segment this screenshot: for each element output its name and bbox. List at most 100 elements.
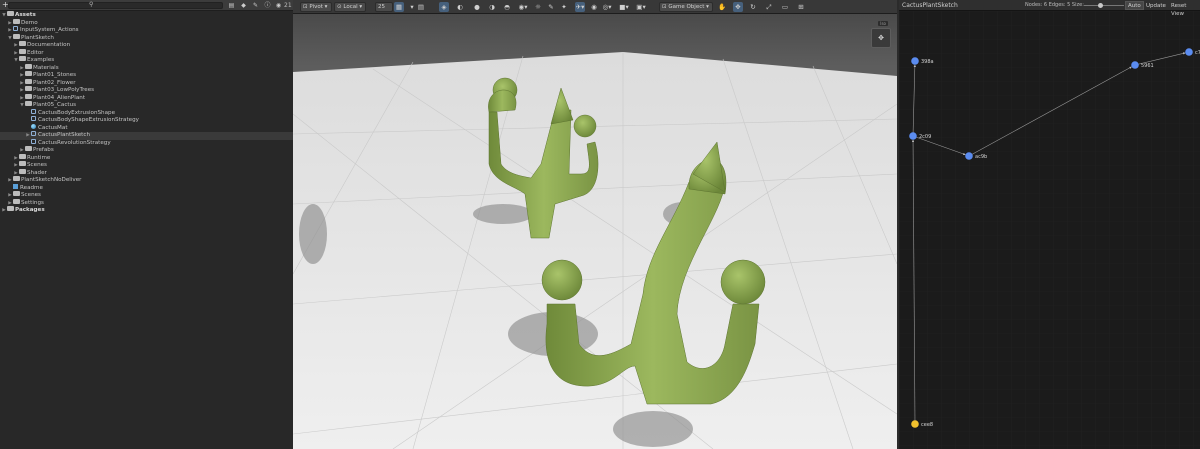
scale-tool-icon[interactable]: ⤢	[764, 2, 774, 12]
local-icon: ⊙	[337, 4, 342, 10]
graph-node-dot[interactable]	[965, 152, 973, 160]
project-search-input[interactable]: ⚲	[8, 1, 223, 9]
graph-node[interactable]: cee8	[911, 420, 933, 428]
tree-item[interactable]: ▶ PlantSketchNoDeliver	[0, 176, 293, 185]
graph-node-label: 398a	[921, 59, 934, 65]
grid-snap-icon[interactable]: ▦	[394, 2, 404, 12]
tree-item-label: Plant03_LowPolyTrees	[33, 87, 95, 93]
tree-item[interactable]: ▶ Materials	[0, 63, 293, 73]
tree-item[interactable]: CactusRevolutionStrategy	[0, 138, 293, 148]
lock-list-icon[interactable]: ▤	[228, 2, 235, 9]
project-panel: + ⚲ ▤ ◆ ✎ ⓘ ◉ 21 ▼ Assets ▶ Demo ▶ InputSyste…	[0, 0, 293, 449]
visibility-icon[interactable]: ◉	[275, 2, 282, 9]
graph-panel: CactusPlantSketch Nodes: 6 Edges: 5 Size…	[897, 0, 1200, 449]
folder-icon	[19, 153, 26, 159]
graph-node[interactable]: 398a	[911, 57, 934, 65]
scene-viewport[interactable]: Iso ✥	[293, 14, 897, 449]
2d-toggle-icon[interactable]: ☼	[533, 2, 543, 12]
tree-item-label: Demo	[21, 19, 38, 26]
lighting-toggle-icon[interactable]: ✎	[546, 2, 556, 12]
folder-icon	[19, 41, 26, 46]
graph-node-dot[interactable]	[1185, 48, 1193, 56]
tree-item[interactable]: CactusBodyShapeExtrusionStrategy	[0, 116, 293, 125]
auto-toggle[interactable]: Auto	[1125, 1, 1144, 10]
graph-node-label: 5961	[1141, 63, 1154, 69]
context-dropdown[interactable]: ⊡ Game Object ▾	[659, 2, 713, 12]
tree-item[interactable]: ▶ Scenes	[0, 191, 293, 200]
tree-item[interactable]: ▶ Plant04_AlienPlant	[0, 93, 293, 103]
draw-mode-icon[interactable]: ◈	[439, 2, 449, 12]
space-dropdown[interactable]: ⊙ Local ▾	[334, 2, 366, 12]
tree-item[interactable]: ▶ Plant02_Flower	[0, 78, 293, 88]
pivot-dropdown[interactable]: ⊡ Pivot ▾	[300, 2, 332, 12]
tree-item[interactable]: ▶ Shader	[0, 168, 293, 178]
move-tool-icon[interactable]: ✥	[733, 2, 743, 12]
tree-item-label: Plant05_Cactus	[33, 102, 77, 108]
graph-canvas[interactable]: 398a 2c09 ac9b 5961 c7 cee8	[899, 11, 1200, 449]
tree-item[interactable]: ▶ Plant03_LowPolyTrees	[0, 86, 293, 95]
tree-item-label: CactusBodyExtrusionShape	[38, 109, 116, 116]
reset-view-button[interactable]: Reset View	[1168, 1, 1200, 17]
tree-item[interactable]: ▶ Runtime	[0, 153, 293, 163]
scene-visibility-icon[interactable]: ◎▾	[602, 2, 612, 12]
size-slider-knob[interactable]	[1097, 3, 1103, 8]
folder-icon	[25, 63, 32, 69]
tree-item[interactable]: ▶ InputSystem_Actions	[0, 26, 293, 35]
gizmo-toggle-icon[interactable]: ✦	[559, 2, 569, 12]
orientation-gizmo[interactable]: ✥	[871, 28, 891, 48]
tree-item[interactable]: ▶ Scenes	[0, 161, 293, 170]
graph-node-dot[interactable]	[909, 132, 917, 140]
filter-type-icon[interactable]: ◆	[240, 2, 247, 9]
gizmos-icon[interactable]: ▣▾	[636, 2, 646, 12]
tree-item-label: Assets	[15, 12, 36, 18]
tree-item[interactable]: ▼ Plant05_Cactus	[0, 101, 293, 110]
filter-label-icon[interactable]: ✎	[252, 2, 259, 9]
graph-node-dot[interactable]	[911, 57, 919, 65]
render-mode-dropdown[interactable]: ◉▾	[518, 2, 528, 12]
tree-item[interactable]: Readme	[0, 183, 293, 193]
folder-icon	[13, 176, 20, 181]
shaded-mode-icon[interactable]: ◐	[455, 2, 465, 12]
tree-item[interactable]: ▶ Documentation	[0, 41, 293, 50]
tree-item[interactable]: ▶ Prefabs	[0, 146, 293, 155]
tree-item[interactable]: ▶ Packages	[0, 206, 293, 215]
info-icon[interactable]: ⓘ	[264, 2, 271, 9]
folder-icon	[19, 48, 26, 54]
tree-item[interactable]: ▼ Assets	[0, 11, 293, 20]
unlit-sphere-icon[interactable]: ●	[472, 2, 482, 12]
tree-item[interactable]: ▶ Editor	[0, 48, 293, 58]
hand-tool-icon[interactable]: ✋	[717, 2, 727, 12]
tree-item[interactable]: ▶ Settings	[0, 198, 293, 208]
folder-icon	[25, 78, 32, 84]
effects-icon[interactable]: ◉	[589, 2, 599, 12]
lighting-sphere-icon[interactable]: ◓	[502, 2, 512, 12]
tree-item[interactable]: CactusBodyExtrusionShape	[0, 108, 293, 118]
tree-item[interactable]: ▼ PlantSketch	[0, 33, 293, 43]
rotate-tool-icon[interactable]: ↻	[748, 2, 758, 12]
snap-value-field[interactable]: 25	[375, 2, 393, 12]
graph-node[interactable]: 2c09	[909, 132, 931, 140]
tree-item-label: Plant01_Stones	[33, 72, 77, 78]
tree-item-label: Prefabs	[33, 147, 54, 153]
graph-node[interactable]: ac9b	[965, 152, 987, 160]
tree-item[interactable]: ▶ CactusPlantSketch	[0, 131, 293, 140]
tree-item[interactable]: ▼ Examples	[0, 56, 293, 65]
graph-node[interactable]: 5961	[1131, 61, 1154, 69]
graph-node-dot[interactable]	[1131, 61, 1139, 69]
audio-icon[interactable]: ✈▾	[575, 2, 585, 12]
graph-node-dot[interactable]	[911, 420, 919, 428]
tree-item-label: Scenes	[27, 162, 47, 168]
rect-tool-icon[interactable]: ▭	[780, 2, 790, 12]
tree-item-label: Packages	[15, 207, 45, 213]
tree-item[interactable]: CactusMat	[0, 123, 293, 133]
wireframe-sphere-icon[interactable]: ◑	[487, 2, 497, 12]
camera-icon[interactable]: ■▾	[619, 2, 629, 12]
update-button[interactable]: Update	[1143, 1, 1169, 10]
tree-item[interactable]: ▶ Demo	[0, 18, 293, 28]
increment-snap-icon[interactable]: ▤	[416, 2, 426, 12]
tree-item[interactable]: ▶ Plant01_Stones	[0, 71, 293, 80]
size-slider[interactable]	[1084, 3, 1124, 8]
transform-tool-icon[interactable]: ⊞	[796, 2, 806, 12]
tree-item-label: CactusPlantSketch	[38, 132, 91, 138]
tree-item-label: Scenes	[21, 192, 41, 198]
